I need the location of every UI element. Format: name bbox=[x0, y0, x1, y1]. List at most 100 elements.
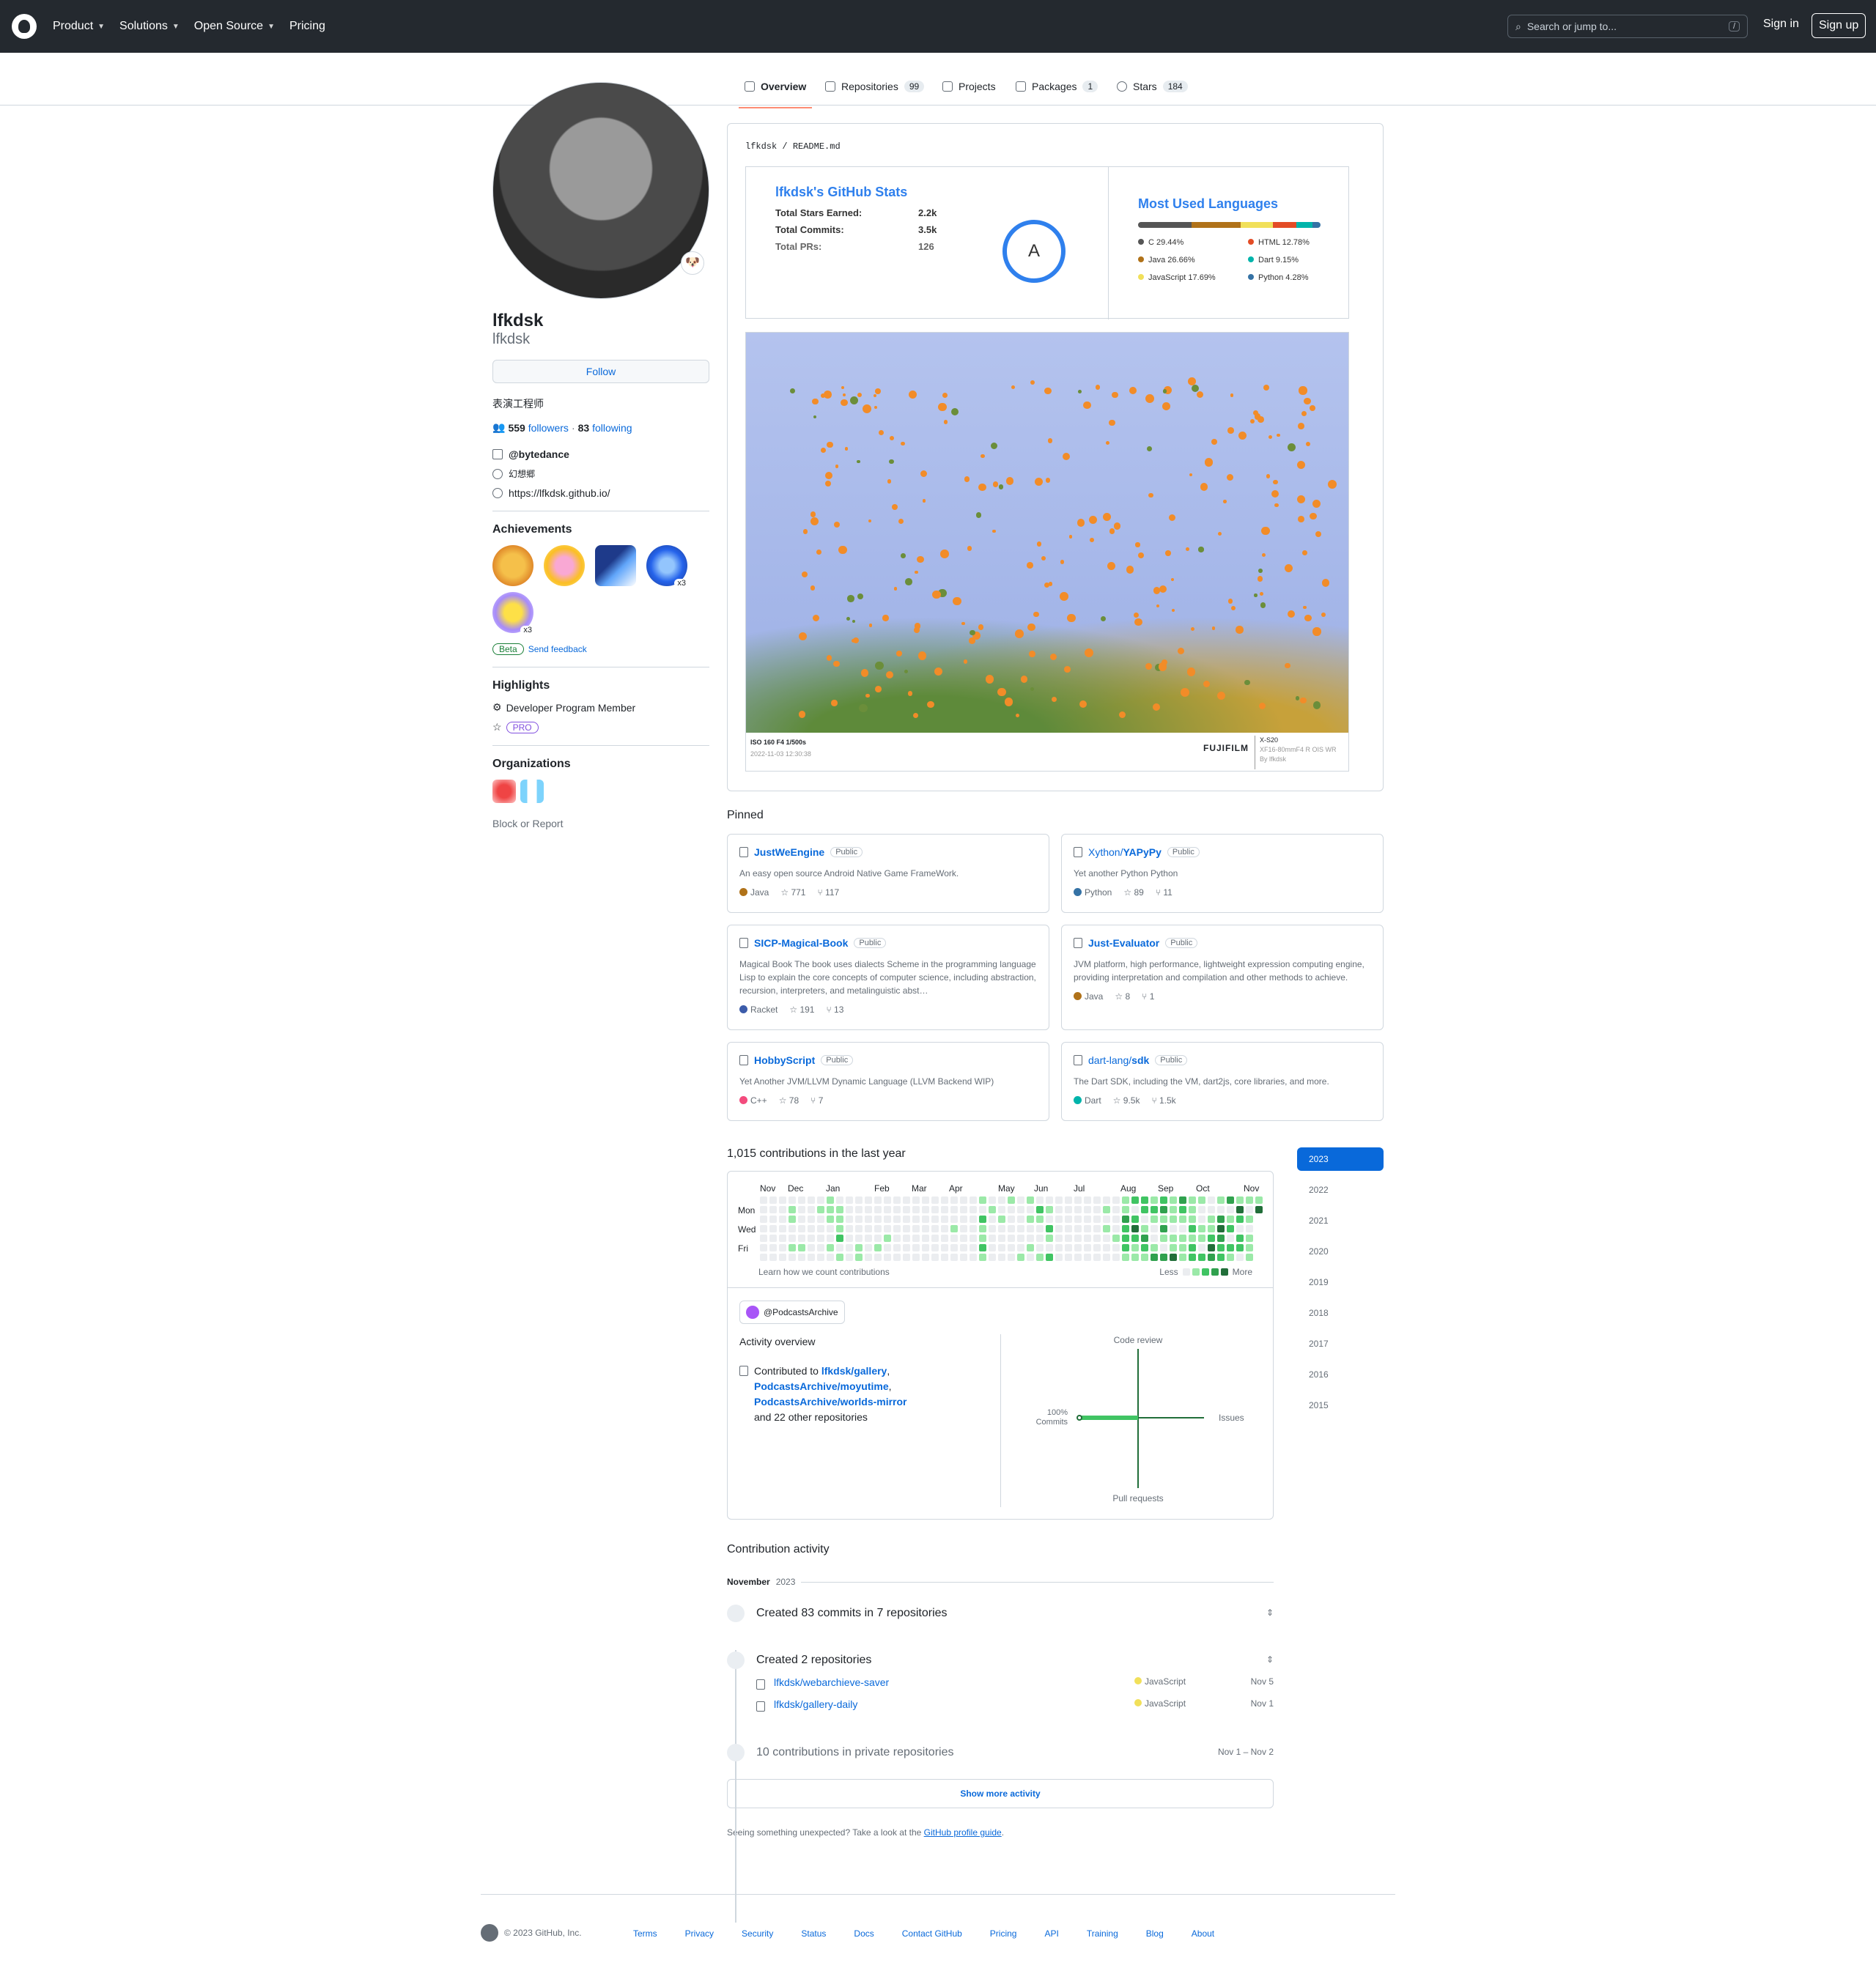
contribution-day[interactable] bbox=[1065, 1206, 1072, 1213]
contribution-day[interactable] bbox=[1208, 1254, 1215, 1261]
footer-link[interactable]: API bbox=[1044, 1928, 1058, 1939]
contribution-day[interactable] bbox=[760, 1235, 767, 1242]
contribution-day[interactable] bbox=[808, 1244, 815, 1251]
contribution-day[interactable] bbox=[1151, 1235, 1158, 1242]
contribution-day[interactable] bbox=[1246, 1206, 1253, 1213]
contribution-day[interactable] bbox=[827, 1225, 834, 1232]
contribution-day[interactable] bbox=[998, 1196, 1005, 1204]
contribution-day[interactable] bbox=[769, 1196, 777, 1204]
contribution-day[interactable] bbox=[893, 1206, 901, 1213]
contribution-day[interactable] bbox=[1170, 1235, 1177, 1242]
contribution-day[interactable] bbox=[893, 1244, 901, 1251]
contribution-day[interactable] bbox=[874, 1254, 882, 1261]
contribution-day[interactable] bbox=[903, 1235, 910, 1242]
contribution-day[interactable] bbox=[1084, 1216, 1091, 1223]
contribution-day[interactable] bbox=[1074, 1244, 1082, 1251]
contribution-day[interactable] bbox=[817, 1206, 824, 1213]
contribution-day[interactable] bbox=[808, 1196, 815, 1204]
nav-product[interactable]: Product ▼ bbox=[53, 20, 105, 33]
contribution-day[interactable] bbox=[1036, 1216, 1044, 1223]
contribution-day[interactable] bbox=[779, 1196, 786, 1204]
contribution-day[interactable] bbox=[1217, 1254, 1225, 1261]
contribution-day[interactable] bbox=[1189, 1196, 1196, 1204]
contribution-day[interactable] bbox=[1093, 1225, 1101, 1232]
search-input[interactable]: ⌕ Search or jump to... / bbox=[1507, 15, 1748, 38]
contribution-day[interactable] bbox=[1208, 1216, 1215, 1223]
contribution-day[interactable] bbox=[1084, 1244, 1091, 1251]
contribution-day[interactable] bbox=[989, 1244, 996, 1251]
contribution-day[interactable] bbox=[1093, 1206, 1101, 1213]
contribution-day[interactable] bbox=[1208, 1196, 1215, 1204]
contribution-day[interactable] bbox=[931, 1206, 939, 1213]
contribution-day[interactable] bbox=[1151, 1254, 1158, 1261]
contribution-day[interactable] bbox=[789, 1216, 796, 1223]
forks-link[interactable]: ⑂ 11 bbox=[1156, 887, 1172, 898]
contribution-day[interactable] bbox=[1122, 1244, 1129, 1251]
contribution-day[interactable] bbox=[1151, 1244, 1158, 1251]
contribution-day[interactable] bbox=[1236, 1196, 1244, 1204]
contribution-day[interactable] bbox=[769, 1254, 777, 1261]
contribution-day[interactable] bbox=[1027, 1254, 1034, 1261]
footer-link[interactable]: Pricing bbox=[990, 1928, 1017, 1939]
contribution-day[interactable] bbox=[931, 1254, 939, 1261]
contribution-day[interactable] bbox=[1122, 1254, 1129, 1261]
avatar[interactable]: 🐶 bbox=[492, 82, 709, 299]
contribution-day[interactable] bbox=[912, 1216, 920, 1223]
followers-link[interactable]: 559 followers bbox=[508, 422, 569, 434]
contribution-day[interactable] bbox=[941, 1244, 948, 1251]
contribution-day[interactable] bbox=[922, 1196, 929, 1204]
readme-owner-link[interactable]: lfkdsk bbox=[745, 141, 777, 152]
org-avatar[interactable] bbox=[492, 780, 516, 803]
contribution-day[interactable] bbox=[855, 1254, 863, 1261]
contribution-day[interactable] bbox=[760, 1216, 767, 1223]
contribution-day[interactable] bbox=[1074, 1216, 1082, 1223]
contribution-day[interactable] bbox=[1217, 1206, 1225, 1213]
contribution-day[interactable] bbox=[865, 1196, 872, 1204]
contribution-day[interactable] bbox=[1036, 1244, 1044, 1251]
contribution-day[interactable] bbox=[931, 1196, 939, 1204]
contribution-day[interactable] bbox=[1160, 1254, 1167, 1261]
year-2022[interactable]: 2022 bbox=[1297, 1178, 1384, 1202]
contribution-day[interactable] bbox=[1208, 1235, 1215, 1242]
contribution-day[interactable] bbox=[989, 1235, 996, 1242]
org-filter-chip[interactable]: @PodcastsArchive bbox=[739, 1301, 845, 1324]
contribution-day[interactable] bbox=[1246, 1196, 1253, 1204]
contribution-day[interactable] bbox=[979, 1235, 986, 1242]
contribution-day[interactable] bbox=[979, 1254, 986, 1261]
contribution-day[interactable] bbox=[1131, 1206, 1139, 1213]
contribution-day[interactable] bbox=[893, 1235, 901, 1242]
contribution-day[interactable] bbox=[760, 1225, 767, 1232]
contribution-day[interactable] bbox=[1236, 1206, 1244, 1213]
year-2016[interactable]: 2016 bbox=[1297, 1363, 1384, 1386]
contribution-day[interactable] bbox=[1141, 1244, 1148, 1251]
contribution-day[interactable] bbox=[1131, 1254, 1139, 1261]
contribution-day[interactable] bbox=[970, 1196, 977, 1204]
forks-link[interactable]: ⑂ 13 bbox=[826, 1005, 843, 1015]
contribution-day[interactable] bbox=[1103, 1254, 1110, 1261]
contribution-day[interactable] bbox=[979, 1225, 986, 1232]
contribution-day[interactable] bbox=[1179, 1244, 1186, 1251]
yolo-badge[interactable] bbox=[544, 545, 585, 586]
contribution-day[interactable] bbox=[1065, 1235, 1072, 1242]
contribution-day[interactable] bbox=[769, 1216, 777, 1223]
contribution-day[interactable] bbox=[1055, 1225, 1063, 1232]
contribution-day[interactable] bbox=[1151, 1225, 1158, 1232]
contribution-day[interactable] bbox=[1227, 1225, 1234, 1232]
contribution-day[interactable] bbox=[817, 1196, 824, 1204]
contribution-day[interactable] bbox=[1160, 1244, 1167, 1251]
contribution-day[interactable] bbox=[1255, 1196, 1263, 1204]
contribution-day[interactable] bbox=[1017, 1196, 1024, 1204]
contribution-day[interactable] bbox=[1055, 1196, 1063, 1204]
contribution-day[interactable] bbox=[1093, 1196, 1101, 1204]
stars-link[interactable]: ☆ 8 bbox=[1115, 991, 1130, 1002]
contribution-day[interactable] bbox=[1170, 1196, 1177, 1204]
contribution-day[interactable] bbox=[1027, 1235, 1034, 1242]
show-more-activity-button[interactable]: Show more activity bbox=[727, 1779, 1274, 1808]
contribution-day[interactable] bbox=[760, 1206, 767, 1213]
forks-link[interactable]: ⑂ 1 bbox=[1142, 991, 1154, 1002]
contribution-day[interactable] bbox=[1122, 1225, 1129, 1232]
contribution-day[interactable] bbox=[1055, 1244, 1063, 1251]
contribution-day[interactable] bbox=[989, 1196, 996, 1204]
contribution-day[interactable] bbox=[979, 1196, 986, 1204]
contribution-day[interactable] bbox=[1189, 1206, 1196, 1213]
